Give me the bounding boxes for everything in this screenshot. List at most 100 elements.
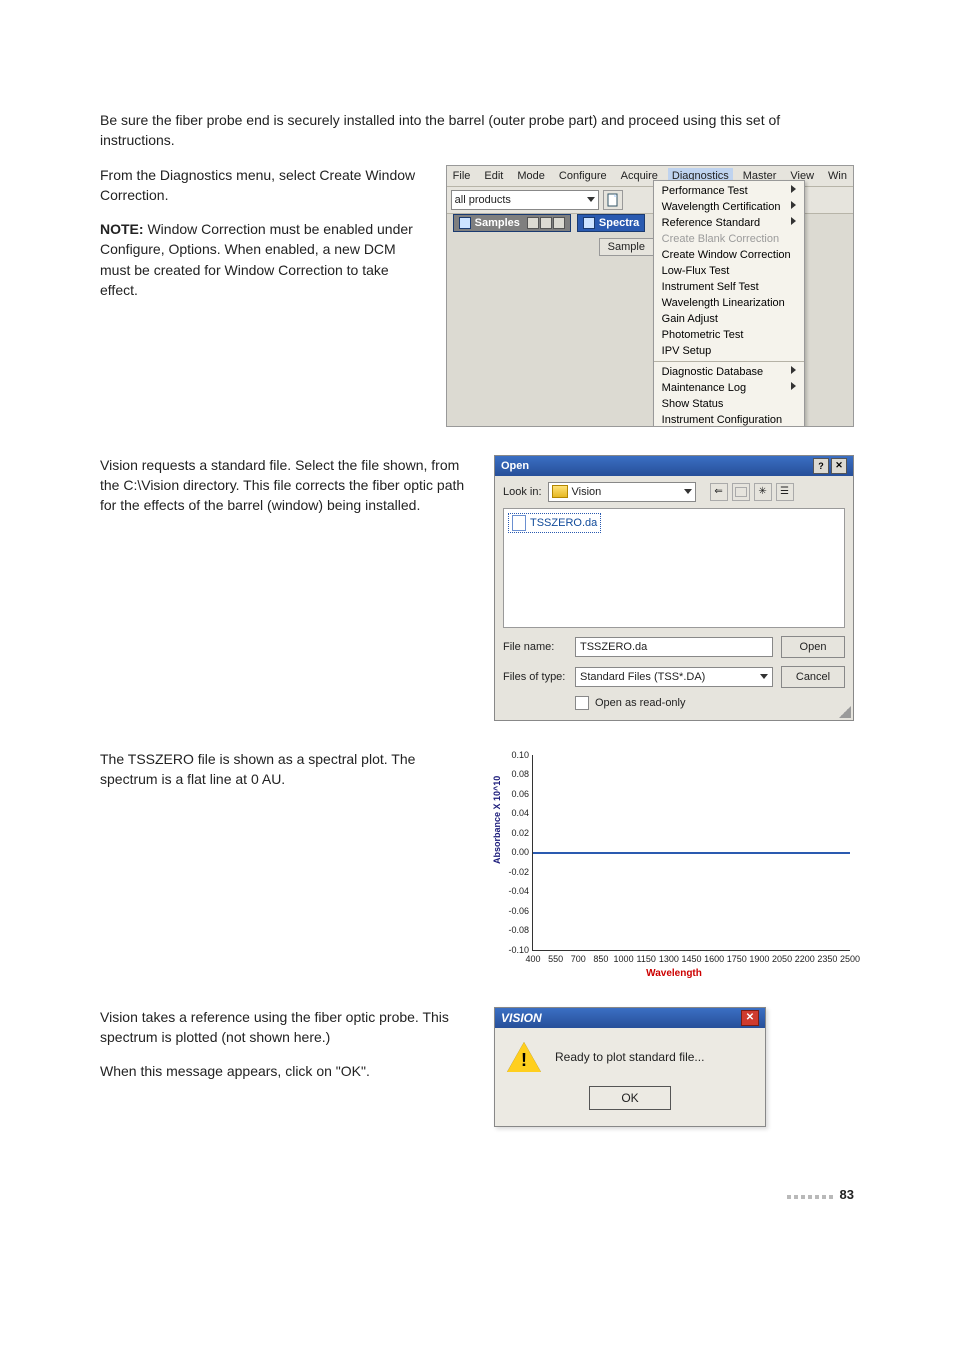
- page-number: 83: [840, 1187, 854, 1202]
- readonly-checkbox[interactable]: [575, 696, 589, 710]
- child-window-samples-label: Samples: [475, 217, 520, 229]
- chart-xtick: 1750: [727, 954, 747, 964]
- diagnostics-dropdown: Performance Test Wavelength Certificatio…: [653, 180, 805, 427]
- new-folder-button[interactable]: ✳: [754, 483, 772, 501]
- chart-ytick: 0.04: [499, 808, 529, 818]
- back-button[interactable]: ⇐: [710, 483, 728, 501]
- chart-xtick: 2500: [840, 954, 860, 964]
- chart-xtick: 1000: [614, 954, 634, 964]
- product-combo[interactable]: all products: [451, 190, 599, 210]
- chart-ytick: 0.02: [499, 828, 529, 838]
- cancel-button[interactable]: Cancel: [781, 666, 845, 688]
- message-box-title-bar: VISION ✕: [495, 1008, 765, 1028]
- mi-wavelength-cert[interactable]: Wavelength Certification: [654, 199, 804, 215]
- mi-wavelength-linearization[interactable]: Wavelength Linearization: [654, 295, 804, 311]
- step3-paragraph: The TSSZERO file is shown as a spectral …: [100, 749, 476, 790]
- chart-xlabel: Wavelength: [646, 968, 702, 979]
- chart-series-line: [533, 852, 850, 854]
- close-button[interactable]: ✕: [741, 1010, 759, 1026]
- mi-create-window-correction[interactable]: Create Window Correction: [654, 247, 804, 263]
- menu-file[interactable]: File: [449, 168, 475, 184]
- file-item-tsszero[interactable]: TSSZERO.da: [508, 513, 601, 533]
- intro-paragraph: Be sure the fiber probe end is securely …: [100, 110, 854, 151]
- menu-edit[interactable]: Edit: [480, 168, 507, 184]
- child-window-samples[interactable]: Samples: [453, 214, 571, 232]
- chart-xtick: 1450: [681, 954, 701, 964]
- open-dialog-title-bar: Open ? ✕: [495, 456, 853, 476]
- note-body: Window Correction must be enabled under …: [100, 221, 413, 298]
- dropdown-icon: [760, 674, 768, 679]
- chart-xtick: 400: [525, 954, 540, 964]
- chart-xtick: 1900: [749, 954, 769, 964]
- file-icon: [512, 515, 526, 531]
- submenu-icon: [791, 366, 796, 374]
- mi-maintenance-log[interactable]: Maintenance Log: [654, 380, 804, 396]
- note-paragraph: NOTE: Window Correction must be enabled …: [100, 219, 428, 300]
- chart-xtick: 550: [548, 954, 563, 964]
- file-item-label: TSSZERO.da: [530, 517, 597, 529]
- product-combo-value: all products: [455, 194, 511, 206]
- chart-xtick: 1150: [637, 954, 656, 964]
- submenu-icon: [791, 217, 796, 225]
- chart-xtick: 700: [571, 954, 586, 964]
- message-box-text: Ready to plot standard file...: [555, 1050, 704, 1064]
- help-button[interactable]: ?: [813, 458, 829, 474]
- mi-low-flux-test[interactable]: Low-Flux Test: [654, 263, 804, 279]
- lookin-value: Vision: [572, 486, 602, 498]
- chart-xtick: 850: [593, 954, 608, 964]
- message-box-title: VISION: [501, 1011, 542, 1025]
- mi-reference-standard[interactable]: Reference Standard: [654, 215, 804, 231]
- chart-ytick: -0.08: [499, 925, 529, 935]
- chart-ytick: 0.00: [499, 847, 529, 857]
- chart-xtick: 1600: [704, 954, 724, 964]
- close-button[interactable]: ✕: [831, 458, 847, 474]
- open-dialog-title: Open: [501, 460, 529, 472]
- window-icon: [583, 217, 595, 229]
- dropdown-icon: [587, 197, 595, 202]
- chart-ytick: -0.06: [499, 906, 529, 916]
- mi-ipv-setup[interactable]: IPV Setup: [654, 343, 804, 359]
- open-dialog: Open ? ✕ Look in: Vision: [494, 455, 854, 721]
- menu-win[interactable]: Win: [824, 168, 851, 184]
- lookin-label: Look in:: [503, 486, 542, 498]
- mi-photometric-test[interactable]: Photometric Test: [654, 327, 804, 343]
- mi-performance-test[interactable]: Performance Test: [654, 183, 804, 199]
- step2-paragraph: Vision requests a standard file. Select …: [100, 455, 476, 516]
- chart-plot-area: 0.100.080.060.040.020.00-0.02-0.04-0.06-…: [532, 755, 850, 951]
- dropdown-icon: [684, 489, 692, 494]
- mi-instrument-self-test[interactable]: Instrument Self Test: [654, 279, 804, 295]
- chart-ytick: 0.08: [499, 769, 529, 779]
- resize-grip[interactable]: [839, 706, 851, 718]
- filename-input[interactable]: TSSZERO.da: [575, 637, 773, 657]
- submenu-icon: [791, 382, 796, 390]
- folder-icon: [552, 485, 568, 498]
- file-list[interactable]: TSSZERO.da: [503, 508, 845, 628]
- open-button[interactable]: Open: [781, 636, 845, 658]
- step4b-paragraph: When this message appears, click on "OK"…: [100, 1061, 476, 1081]
- filetype-label: Files of type:: [503, 671, 567, 683]
- filename-label: File name:: [503, 641, 567, 653]
- new-doc-button[interactable]: [603, 190, 623, 210]
- mi-gain-adjust[interactable]: Gain Adjust: [654, 311, 804, 327]
- readonly-label: Open as read-only: [595, 697, 686, 709]
- mi-diagnostic-database[interactable]: Diagnostic Database: [654, 364, 804, 380]
- child-window-spectra[interactable]: Spectra: [577, 214, 645, 232]
- step4a-paragraph: Vision takes a reference using the fiber…: [100, 1007, 476, 1048]
- menu-configure[interactable]: Configure: [555, 168, 611, 184]
- view-menu-button[interactable]: ☰: [776, 483, 794, 501]
- warning-icon: !: [507, 1042, 541, 1072]
- mi-instrument-configuration[interactable]: Instrument Configuration: [654, 412, 804, 427]
- footer-dots: [787, 1187, 836, 1202]
- sample-tab[interactable]: Sample: [599, 238, 654, 256]
- ok-button[interactable]: OK: [589, 1086, 671, 1110]
- submenu-icon: [791, 185, 796, 193]
- message-box: VISION ✕ ! Ready to plot standard file..…: [494, 1007, 766, 1127]
- filetype-combo[interactable]: Standard Files (TSS*.DA): [575, 667, 773, 687]
- chart-xtick: 2200: [795, 954, 815, 964]
- app-window-screenshot: File Edit Mode Configure Acquire Diagnos…: [446, 165, 854, 427]
- chart-xtick: 2050: [772, 954, 792, 964]
- up-folder-button[interactable]: [732, 483, 750, 501]
- mi-show-status[interactable]: Show Status: [654, 396, 804, 412]
- lookin-combo[interactable]: Vision: [548, 482, 696, 502]
- menu-mode[interactable]: Mode: [513, 168, 549, 184]
